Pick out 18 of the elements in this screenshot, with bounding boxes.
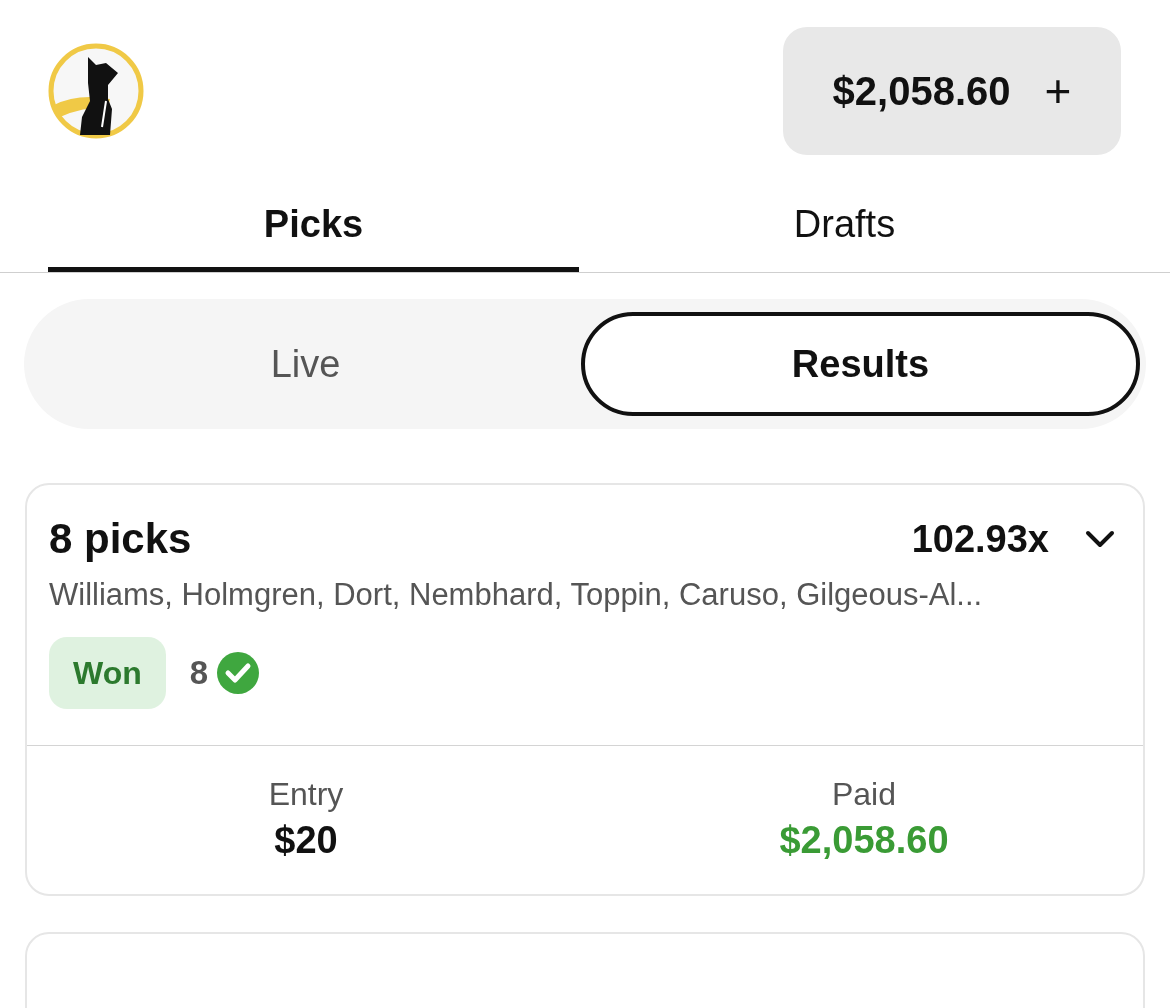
player-names: Williams, Holmgren, Dort, Nembhard, Toppin, Caruso, Gilgeous-Al... bbox=[48, 576, 984, 614]
chevron-down-icon[interactable] bbox=[1085, 529, 1115, 549]
paid-amount: $2,058.60 bbox=[779, 818, 949, 863]
entry-label: Entry bbox=[268, 775, 344, 814]
segment-button[interactable]: Results bbox=[581, 312, 1140, 416]
multiplier: 102.93x bbox=[911, 517, 1049, 562]
tab[interactable]: Picks bbox=[48, 190, 579, 272]
balance-button[interactable]: $2,058.60 + bbox=[783, 27, 1121, 155]
card-title: 8 picks bbox=[49, 514, 192, 564]
logo-icon[interactable] bbox=[48, 43, 144, 139]
entry-amount: $20 bbox=[274, 818, 338, 863]
paid-label: Paid bbox=[831, 775, 896, 814]
tab[interactable]: Drafts bbox=[579, 190, 1110, 272]
correct-count: 8 bbox=[189, 653, 209, 694]
pick-card[interactable]: 8 picks 102.93x Williams, Holmgren, Dort, Nembhard, Toppin, Caruso, Gilgeous-Al... Won 8 Entry $20 Paid $2,058.60 bbox=[25, 483, 1145, 896]
status-badge: Won bbox=[49, 637, 166, 709]
checkmark-icon bbox=[216, 651, 261, 695]
segment-button[interactable]: Live bbox=[30, 312, 581, 416]
